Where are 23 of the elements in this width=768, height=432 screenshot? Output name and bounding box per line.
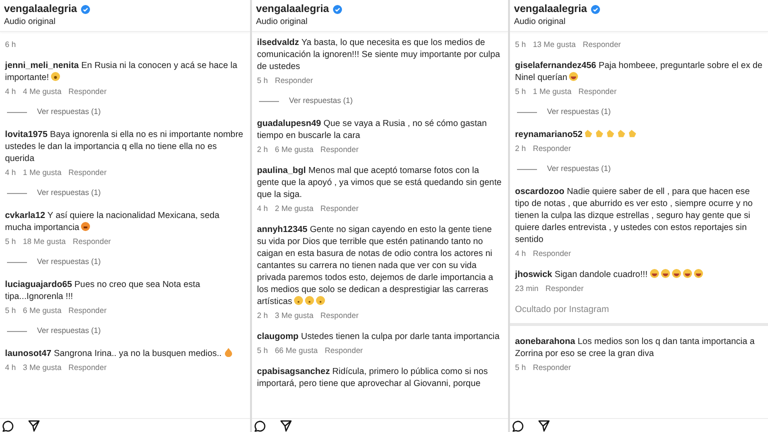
account-name[interactable]: vengalaalegria <box>4 3 77 15</box>
account-name[interactable]: vengalaalegria <box>514 3 587 15</box>
audio-label[interactable]: Audio original <box>514 15 764 27</box>
comment-text: giselafernandez456 Paja hombeee, preguntarle sobre el ex de Ninel querían <box>515 60 762 82</box>
comment-text: cpabisagsanchez Ridícula, primero lo pública como si nos importará, pero tiene que aprovechar al Giovanni, porque <box>257 366 488 388</box>
comment-text: aonebarahona Los medios son los q dan tanta importancia a Zorrina por eso se cree la gran diva <box>515 336 755 358</box>
comment-text: guadalupesn49 Que se vaya a Rusia , no sé cómo gastan tiempo en buscarle la cara <box>257 118 487 140</box>
comment-text: jenni_meli_nenita En Rusia ni la conocen y acá se hace la importante! <box>5 60 238 82</box>
audio-label[interactable]: Audio original <box>256 15 504 27</box>
comment-text: launosot47 Sangrona Irina.. ya no la busquen medios.. <box>5 348 222 358</box>
comment-text: annyh12345 Gente no sigan cayendo en esto la gente tiene su vida por Dios que terrible que estén patinando tanto no caigan en esta basura de notas de odio contra los actores ni cantantes su carrera no tienen nada que ver con su vida privada paremos todos esto, dejemos de darle importancia a los medios que solo se dedican a desprestigiar las carreras artísticas <box>257 224 494 306</box>
comment-text: lovita1975 Baya ignorenla si ella no es ni importante nombre ustedes le dan la importancia q ella no tiene ella no es querida <box>5 129 244 163</box>
comment-text: claugomp Ustedes tienen la culpa por darle tanta importancia <box>257 331 500 341</box>
comment-text: luciaguajardo65 Pues no creo que sea Nota esta tipa...Ignorenla !!! <box>5 279 200 301</box>
comment-text: reynamariano52 <box>515 129 582 139</box>
hidden-comments-link[interactable]: Ocultado por Instagram <box>515 304 610 314</box>
comment-text: oscardozoo Nadie quiere saber de ell , para que hacen ese tipo de notas , que aburrido es ver esto , siempre ocurre y no tienen la culpa las dizque estrellas , seguro hay gente que si quiere darles entrevista , y ustedes con estos reportajes sin sentido <box>515 186 753 244</box>
comment-text: cvkarla12 Y así quiere la nacionalidad Mexicana, seda mucha importancia <box>5 210 220 232</box>
audio-label[interactable]: Audio original <box>4 15 246 27</box>
comment-text: jhoswick Sigan dandole cuadro!!! <box>515 269 648 279</box>
account-name[interactable]: vengalaalegria <box>256 3 329 15</box>
comment-text: paulina_bgl Menos mal que aceptó tomarse fotos con la gente que la apoyó , ya vimos que se está quedando sin gente que la siga. <box>257 165 502 199</box>
comment-text: ilsedvaldz Ya basta, lo que necesita es que los medios de comunicación la ignoren!!! Se siente muy importante por culpa de ustedes <box>257 37 500 71</box>
